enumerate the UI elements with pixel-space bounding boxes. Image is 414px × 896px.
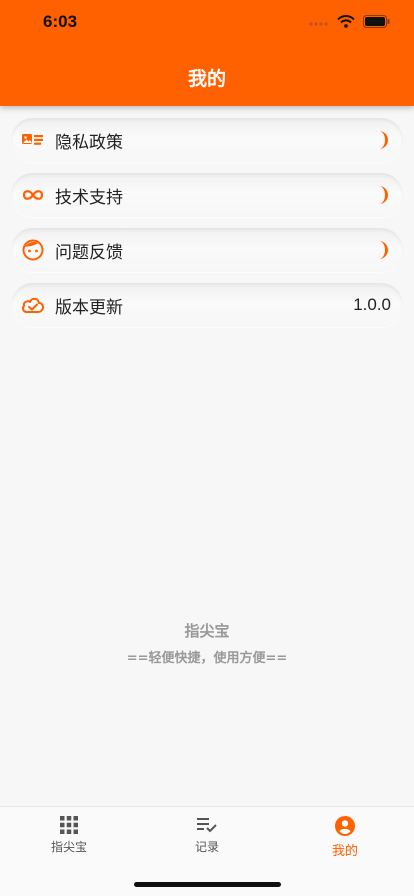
status-time: 6:03 (43, 12, 78, 31)
menu-item-label: 隐私政策 (55, 132, 123, 153)
menu-item-feedback[interactable]: 问题反馈 (11, 228, 403, 272)
grid-icon (60, 816, 78, 834)
menu-item-privacy[interactable]: 隐私政策 (11, 118, 403, 162)
tab-label: 指尖宝 (50, 840, 87, 854)
half-moon-arrow-icon (377, 228, 391, 272)
privacy-card-icon (21, 128, 45, 152)
version-number: 1.0.0 (353, 295, 391, 314)
menu-item-version[interactable]: 版本更新 1.0.0 (11, 283, 403, 327)
half-moon-arrow-icon (377, 173, 391, 217)
tab-home[interactable]: 指尖宝 (0, 816, 138, 855)
app-slogan: 指尖宝 ==轻便快捷，使用方便== (0, 620, 414, 666)
status-icons (309, 15, 390, 28)
tab-records[interactable]: 记录 (138, 816, 276, 855)
list-check-icon (197, 818, 217, 833)
app-tagline: ==轻便快捷，使用方便== (126, 651, 288, 666)
menu-item-label: 技术支持 (55, 187, 123, 208)
tab-mine[interactable]: 我的 (276, 816, 414, 859)
wifi-icon (337, 15, 355, 28)
settings-list: 隐私政策 技术支持 问题反馈 版本更新 1.0.0 (11, 118, 403, 338)
home-indicator (134, 882, 281, 887)
account-circle-icon (335, 816, 355, 836)
app-header: 6:03 我的 (0, 0, 414, 106)
half-moon-arrow-icon (377, 118, 391, 162)
page-title: 我的 (187, 68, 226, 90)
tab-label: 我的 (331, 844, 358, 859)
signal-icon (309, 21, 328, 26)
app-name: 指尖宝 (184, 622, 230, 640)
menu-item-support[interactable]: 技术支持 (11, 173, 403, 217)
menu-item-label: 版本更新 (55, 297, 123, 318)
tab-label: 记录 (194, 840, 219, 854)
infinity-icon (21, 183, 45, 207)
face-icon (21, 238, 45, 262)
cloud-check-icon (21, 293, 45, 317)
battery-icon (363, 15, 390, 28)
menu-item-label: 问题反馈 (55, 242, 123, 263)
